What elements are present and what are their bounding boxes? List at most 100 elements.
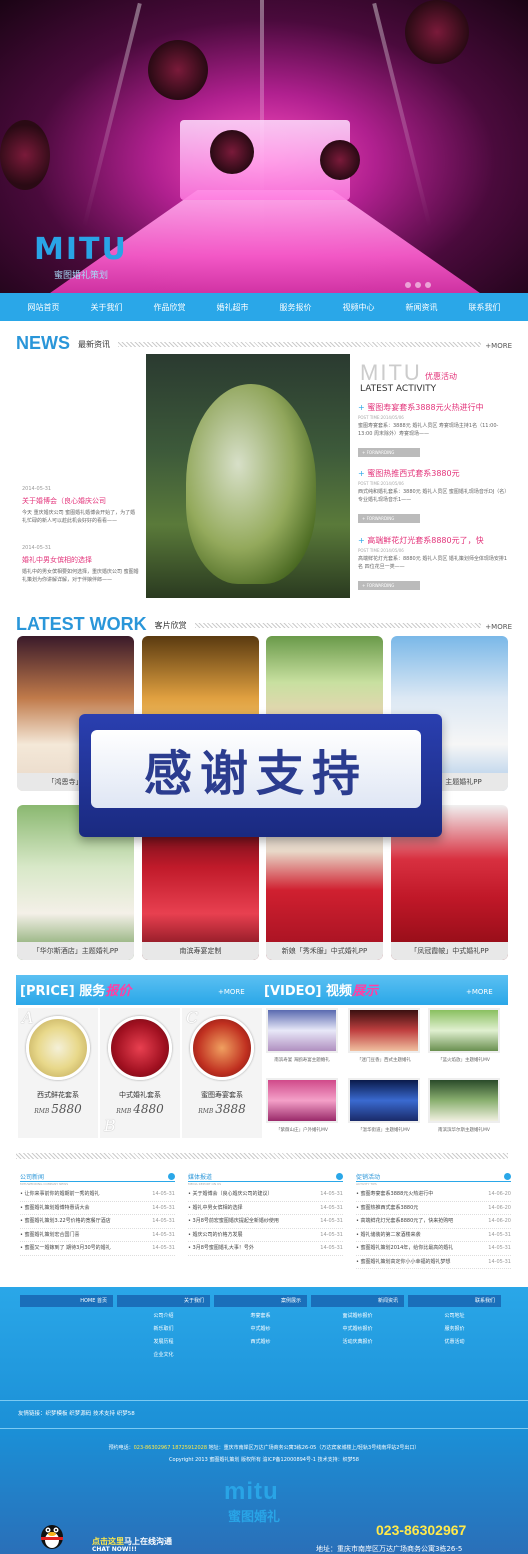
news-desc: 婚礼中的男女傧相要如何选择，重庆婚庆公司 蜜图婚礼策划为你讲解详解，对于伴娘伴郎… [22,569,139,583]
footer-col-news: 新闻资讯 面试婚纱报价 中式婚纱报价 活动庆典报价 [311,1295,404,1346]
footer-col-title[interactable]: 联系我们 [408,1295,501,1307]
footer-link[interactable]: 公司介绍 [117,1313,210,1320]
list-item[interactable]: • 婚礼中男女傧相的选择 14-05-31 [188,1202,343,1215]
video-item[interactable]: 南滨寿宴 海鸥寿宴主题婚礼 [266,1008,338,1068]
footer-link[interactable]: 企业文化 [117,1352,210,1359]
friend-links[interactable]: 友情链接：织梦模板 织梦源码 技术支持 织梦58 [18,1409,135,1417]
plus-icon[interactable] [336,1173,343,1180]
list-item[interactable]: • 蜜图寿宴套系3888元火热进行中 14-06-20 [356,1188,511,1202]
video-item[interactable]: 南滨滨华尔斯主题婚礼MV [428,1078,500,1138]
footer-link[interactable]: 服务报价 [408,1326,501,1333]
news-date: 2014-05-31 [22,545,52,551]
footer-link[interactable]: 优惠活动 [408,1339,501,1346]
forward-button[interactable]: + FORWARDING [358,514,420,523]
list-item[interactable]: • 蜜图又一婚嫁到了 期待3月30号的婚礼 14-05-31 [20,1242,175,1256]
news-title-link[interactable]: 婚礼中男女傧相的选择 [22,555,140,565]
chat-now-en[interactable]: CHAT NOW!!! [92,1546,137,1553]
work-more-link[interactable]: +MORE [485,623,512,631]
footer-link[interactable]: 活动庆典报价 [311,1339,404,1346]
list-item[interactable]: • 婚礼储装的第二家酒楼来袭 14-05-31 [356,1229,511,1242]
price-card[interactable]: B 中式婚礼套系 RMB 4880 [100,1008,180,1138]
video-caption: 「紫薇山庄」户外婚礼MV [276,1128,328,1133]
news-more-link[interactable]: +MORE [485,342,512,350]
nav-about[interactable]: 关于我们 [91,302,123,313]
activity-title[interactable]: 蜜图寿宴套系3888元火热进行中 [358,402,508,413]
activity-cn: 优惠活动 [425,372,457,381]
activity-item[interactable]: 蜜图热推西式套系3880元 POST TIME:2014/05/06 西式纯和婚… [358,468,508,523]
forward-button[interactable]: + FORWARDING [358,581,420,590]
divider-stripe [16,1153,508,1159]
footer-link[interactable]: 公司地址 [408,1313,501,1320]
video-item[interactable]: 「温华街道」主题婚礼MV [348,1078,420,1138]
footer-link[interactable]: 寿宴套系 [214,1313,307,1320]
list-item[interactable]: • 蜜图婚礼策划2014年，给你比最高的婚礼 14-05-31 [356,1242,511,1256]
news-feature-image[interactable] [146,354,350,598]
video-item[interactable]: 「紫薇山庄」户外婚礼MV [266,1078,338,1138]
activity-date: POST TIME:2014/05/06 [358,481,404,486]
footer-link[interactable]: 面试婚纱报价 [311,1313,404,1320]
nav-news[interactable]: 新闻资讯 [406,302,438,313]
activity-title[interactable]: 高端鲜花灯光套系8880元了，快 [358,535,508,546]
video-more-link[interactable]: +MORE [466,988,493,996]
list-item[interactable]: • 蜜图婚礼策划3.22号价格的宽餐厅酒店 14-05-31 [20,1215,175,1229]
footer-link[interactable]: 新乐取们 [117,1326,210,1333]
activity-item[interactable]: 蜜图寿宴套系3888元火热进行中 POST TIME:2014/05/06 蜜图… [358,402,508,457]
hero-logo: MITU [34,232,128,267]
activity-title[interactable]: 蜜图热推西式套系3880元 [358,468,508,479]
qq-penguin-icon[interactable] [38,1520,66,1550]
footer-divider [0,1400,528,1401]
video-item[interactable]: 「蓝火焰放」主题婚礼MV [428,1008,500,1068]
footer-link[interactable]: 发展历程 [117,1339,210,1346]
footer-link[interactable]: HOME 首页 [20,1295,113,1307]
work-header: LATEST WORK 客片欣赏 +MORE [16,611,512,633]
main-nav: 网站首页 关于我们 作品欣赏 婚礼超市 服务报价 视频中心 新闻资讯 联系我们 [0,293,528,321]
activity-item[interactable]: 高端鲜花灯光套系8880元了，快 POST TIME:2014/05/06 高端… [358,535,508,590]
footer-col-title[interactable]: 案例展示 [214,1295,307,1307]
price-card[interactable]: A 西式鲜花套系 RMB 5880 [18,1008,98,1138]
list-item[interactable]: • 3月8号蜜图婚礼大事！号外 14-05-31 [188,1242,343,1256]
work-caption: 新娘「秀禾服」中式婚礼PP [266,942,383,960]
forward-button[interactable]: + FORWARDING [358,448,420,457]
footer-link[interactable]: 西式婚纱 [214,1339,307,1346]
promotion-list: 促销活动 ACTIVITY TIPS • 蜜图寿宴套系3888元火热进行中 14-… [356,1172,511,1269]
price-value: RMB 5880 [34,1102,82,1116]
nav-shop[interactable]: 婚礼超市 [217,302,249,313]
media-report-list: 媒体报道 MEDIA REPORT ON US • 关于婚博会（良心婚庆公司的建… [188,1172,343,1256]
news-title-link[interactable]: 关于婚博会（良心婚庆公司 [22,496,140,506]
list-item[interactable]: • 高端鲜花灯光套系8880元了，快来抢购吧 14-06-20 [356,1215,511,1229]
thanks-text: 感谢支持 [91,730,421,808]
price-more-link[interactable]: +MORE [218,988,245,996]
nav-contact[interactable]: 联系我们 [469,302,501,313]
list-item[interactable]: • 蜜图婚礼策划宏合国门喜 14-05-31 [20,1229,175,1242]
plus-icon[interactable] [168,1173,175,1180]
plus-icon[interactable] [504,1173,511,1180]
work-title: LATEST WORK [16,614,147,634]
news-item[interactable]: 2014-05-31 婚礼中男女傧相的选择 婚礼中的男女傧相要如何选择，重庆婚庆… [22,545,140,584]
video-caption: 南滨寿宴 海鸥寿宴主题婚礼 [274,1058,330,1063]
news-subtitle: 最新资讯 [78,340,110,349]
nav-video[interactable]: 视频中心 [343,302,375,313]
list-item[interactable]: • 3月8号前宏蜜图婚庆提起全新婚纱使用 14-05-31 [188,1215,343,1229]
news-item[interactable]: 2014-05-31 关于婚博会（良心婚庆公司 今天 重庆婚庆公司 蜜图婚礼婚博… [22,486,140,525]
list-item[interactable]: • 婚庆公司的价格方发展 14-05-31 [188,1229,343,1242]
price-card[interactable]: C 蜜图寿宴套系 RMB 3888 [182,1008,262,1138]
video-item[interactable]: 「迷门豆香」西式主题婚礼 [348,1008,420,1068]
hero-banner: MITU 蜜图婚礼策划 [0,0,528,293]
footer-divider [0,1428,528,1429]
list-item[interactable]: • 蜜图婚礼策划高定你小小幸福的婚礼梦想 14-05-31 [356,1256,511,1269]
footer-link[interactable]: 中式婚纱报价 [311,1326,404,1333]
nav-works[interactable]: 作品欣赏 [154,302,186,313]
nav-price[interactable]: 服务报价 [280,302,312,313]
footer-col-title[interactable]: 关于我们 [117,1295,210,1307]
list-item[interactable]: • 让你来事前你的婚期前一秀的婚礼 14-05-31 [20,1188,175,1202]
slider-dots[interactable] [405,282,431,288]
list-item[interactable]: • 关于婚博会（良心婚庆公司的建议） 14-05-31 [188,1188,343,1202]
footer-link[interactable]: 中式婚纱 [214,1326,307,1333]
footer-col-title[interactable]: 新闻资讯 [311,1295,404,1307]
list-item[interactable]: • 蜜图婚礼策划婚博特惠请大会 14-05-31 [20,1202,175,1215]
nav-home[interactable]: 网站首页 [28,302,60,313]
list-item[interactable]: • 蜜图热推西式套系3880元 14-06-20 [356,1202,511,1215]
video-caption: 「迷门豆香」西式主题婚礼 [357,1058,411,1063]
news-header: NEWS 最新资讯 +MORE [16,330,512,352]
footer-logo-cn: 蜜图婚礼 [228,1510,281,1525]
